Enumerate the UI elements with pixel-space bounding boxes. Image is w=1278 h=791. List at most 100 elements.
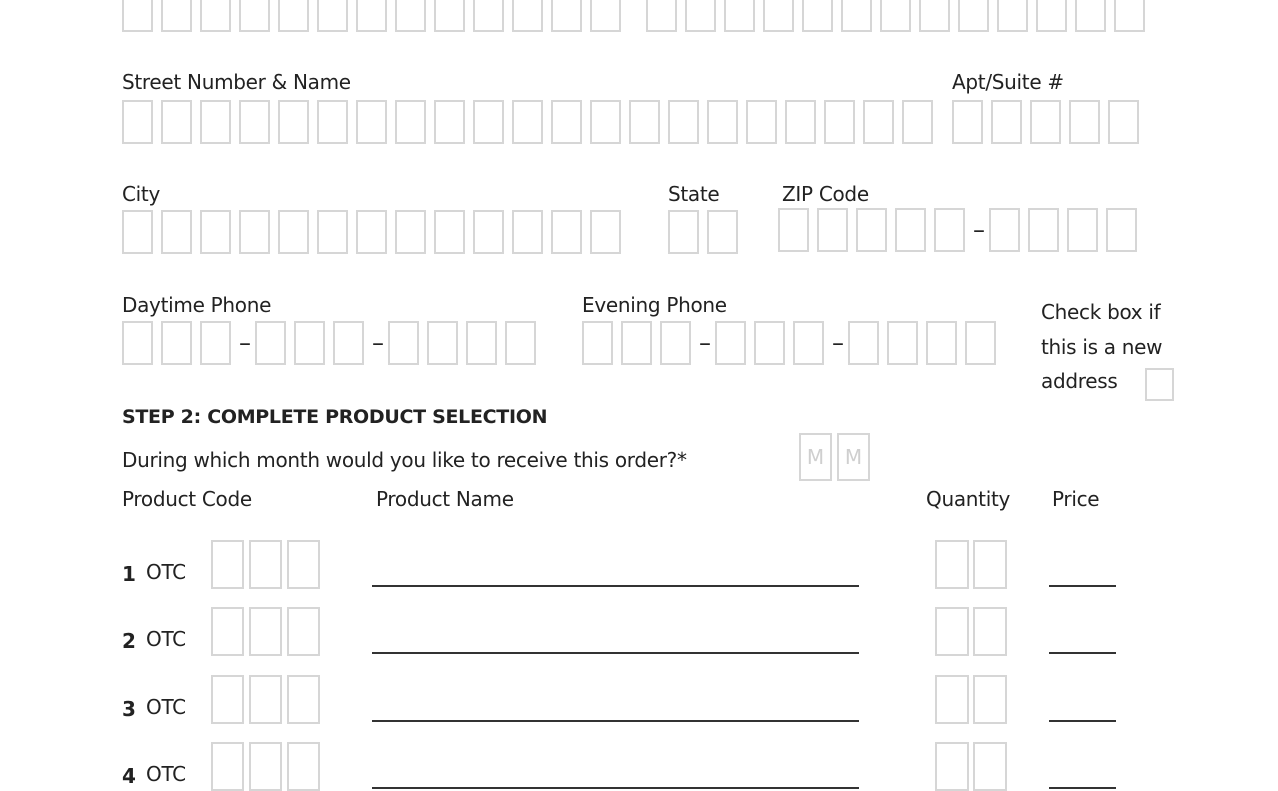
city-field[interactable] [122, 210, 629, 254]
apt-box[interactable] [991, 100, 1022, 144]
evephone-g1-box[interactable] [793, 321, 824, 365]
zip-box[interactable] [817, 208, 848, 252]
city-box[interactable] [161, 210, 192, 254]
street-box[interactable] [785, 100, 816, 144]
evephone-g0-box[interactable] [660, 321, 691, 365]
street-box[interactable] [473, 100, 504, 144]
top-left-box[interactable] [551, 0, 582, 32]
street-box[interactable] [356, 100, 387, 144]
top-left-box[interactable] [317, 0, 348, 32]
quantity-field[interactable] [935, 742, 1011, 791]
product-code-box[interactable] [249, 675, 282, 724]
evephone-g1-box[interactable] [754, 321, 785, 365]
city-box[interactable] [278, 210, 309, 254]
product-name-line[interactable] [372, 787, 859, 789]
street-box[interactable] [395, 100, 426, 144]
price-line[interactable] [1049, 585, 1116, 587]
city-box[interactable] [434, 210, 465, 254]
zip-box[interactable] [895, 208, 926, 252]
street-box[interactable] [902, 100, 933, 144]
top-left-box[interactable] [590, 0, 621, 32]
top-right-box[interactable] [1114, 0, 1145, 32]
street-box[interactable] [200, 100, 231, 144]
dayphone-g0-box[interactable] [200, 321, 231, 365]
top-right-box[interactable] [802, 0, 833, 32]
quantity-field[interactable] [935, 675, 1011, 724]
month-field[interactable]: M M [799, 433, 876, 481]
top-right-box[interactable] [1036, 0, 1067, 32]
zip-ext-box[interactable] [1028, 208, 1059, 252]
city-box[interactable] [122, 210, 153, 254]
apt-box[interactable] [1108, 100, 1139, 144]
dayphone-g0-box[interactable] [161, 321, 192, 365]
product-code-box[interactable] [287, 540, 320, 589]
street-box[interactable] [512, 100, 543, 144]
zip-box[interactable] [856, 208, 887, 252]
apt-box[interactable] [952, 100, 983, 144]
zip-field[interactable]: – [778, 208, 1145, 252]
top-right-box[interactable] [1075, 0, 1106, 32]
evephone-g1-box[interactable] [715, 321, 746, 365]
top-left-box[interactable] [278, 0, 309, 32]
quantity-box[interactable] [935, 607, 969, 656]
dayphone-g1-box[interactable] [255, 321, 286, 365]
dayphone-g2-box[interactable] [505, 321, 536, 365]
product-code-field[interactable] [211, 675, 325, 724]
price-line[interactable] [1049, 652, 1116, 654]
evephone-g2-box[interactable] [848, 321, 879, 365]
product-code-field[interactable] [211, 607, 325, 656]
price-line[interactable] [1049, 787, 1116, 789]
top-right-box[interactable] [646, 0, 677, 32]
product-code-box[interactable] [249, 742, 282, 791]
top-right-box[interactable] [997, 0, 1028, 32]
zip-ext-box[interactable] [1067, 208, 1098, 252]
product-code-box[interactable] [287, 742, 320, 791]
quantity-box[interactable] [973, 540, 1007, 589]
top-left-box[interactable] [200, 0, 231, 32]
quantity-box[interactable] [973, 675, 1007, 724]
evening-phone-field[interactable]: – – [582, 321, 1004, 365]
zip-ext-box[interactable] [1106, 208, 1137, 252]
top-field-left[interactable] [122, 0, 629, 32]
top-left-box[interactable] [434, 0, 465, 32]
dayphone-g1-box[interactable] [333, 321, 364, 365]
product-code-box[interactable] [211, 742, 244, 791]
product-code-box[interactable] [211, 607, 244, 656]
street-box[interactable] [629, 100, 660, 144]
evephone-g2-box[interactable] [926, 321, 957, 365]
dayphone-g1-box[interactable] [294, 321, 325, 365]
dayphone-g2-box[interactable] [427, 321, 458, 365]
quantity-field[interactable] [935, 607, 1011, 656]
zip-box[interactable] [778, 208, 809, 252]
street-box[interactable] [239, 100, 270, 144]
street-box[interactable] [161, 100, 192, 144]
product-name-line[interactable] [372, 585, 859, 587]
top-right-box[interactable] [685, 0, 716, 32]
evephone-g2-box[interactable] [887, 321, 918, 365]
top-right-box[interactable] [919, 0, 950, 32]
top-right-box[interactable] [763, 0, 794, 32]
street-box[interactable] [122, 100, 153, 144]
top-left-box[interactable] [122, 0, 153, 32]
street-box[interactable] [434, 100, 465, 144]
city-box[interactable] [590, 210, 621, 254]
street-field[interactable] [122, 100, 941, 144]
product-code-box[interactable] [249, 540, 282, 589]
quantity-box[interactable] [973, 742, 1007, 791]
product-code-box[interactable] [211, 540, 244, 589]
top-left-box[interactable] [512, 0, 543, 32]
quantity-box[interactable] [973, 607, 1007, 656]
new-address-checkbox[interactable] [1145, 368, 1174, 401]
top-right-box[interactable] [724, 0, 755, 32]
city-box[interactable] [239, 210, 270, 254]
product-code-box[interactable] [287, 675, 320, 724]
top-right-box[interactable] [958, 0, 989, 32]
street-box[interactable] [863, 100, 894, 144]
dayphone-g2-box[interactable] [466, 321, 497, 365]
state-field[interactable] [668, 210, 746, 254]
top-left-box[interactable] [473, 0, 504, 32]
street-box[interactable] [824, 100, 855, 144]
product-code-box[interactable] [249, 607, 282, 656]
top-right-box[interactable] [841, 0, 872, 32]
street-box[interactable] [707, 100, 738, 144]
